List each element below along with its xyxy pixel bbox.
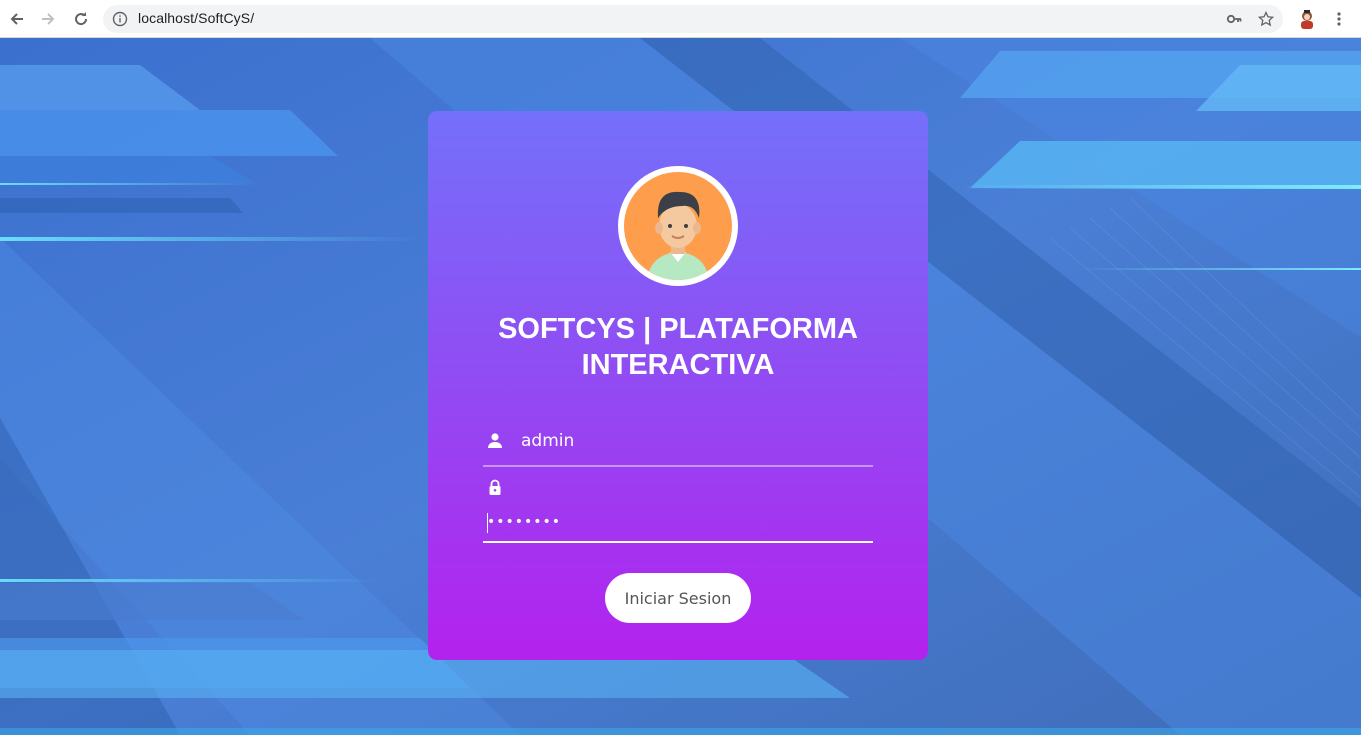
star-icon[interactable]	[1257, 10, 1275, 27]
forward-arrow-icon[interactable]	[36, 7, 60, 31]
login-card: SOFTCYS | PLATAFORMA INTERACTIVA Iniciar…	[428, 111, 928, 660]
address-bar[interactable]: localhost/SoftCyS/	[103, 5, 1283, 33]
menu-dots-icon[interactable]	[1327, 7, 1351, 31]
username-field	[483, 423, 873, 467]
back-arrow-icon[interactable]	[5, 7, 29, 31]
key-icon[interactable]	[1226, 11, 1242, 27]
url-text: localhost/SoftCyS/	[138, 10, 255, 26]
lock-icon	[487, 479, 503, 495]
title-line-2: INTERACTIVA	[581, 349, 775, 381]
user-avatar-icon	[618, 166, 738, 286]
password-field	[483, 473, 873, 543]
reload-icon[interactable]	[69, 7, 93, 31]
profile-avatar-icon[interactable]	[1295, 7, 1319, 31]
text-caret	[487, 513, 488, 533]
login-button[interactable]: Iniciar Sesion	[605, 573, 751, 623]
user-icon	[487, 432, 503, 448]
browser-toolbar: localhost/SoftCyS/	[0, 0, 1361, 38]
title-line-1: SOFTCYS | PLATAFORMA	[498, 313, 858, 345]
password-input[interactable]	[487, 509, 857, 535]
username-input[interactable]	[521, 427, 861, 455]
info-icon[interactable]	[112, 11, 128, 27]
page-title: SOFTCYS | PLATAFORMA INTERACTIVA	[428, 311, 928, 383]
